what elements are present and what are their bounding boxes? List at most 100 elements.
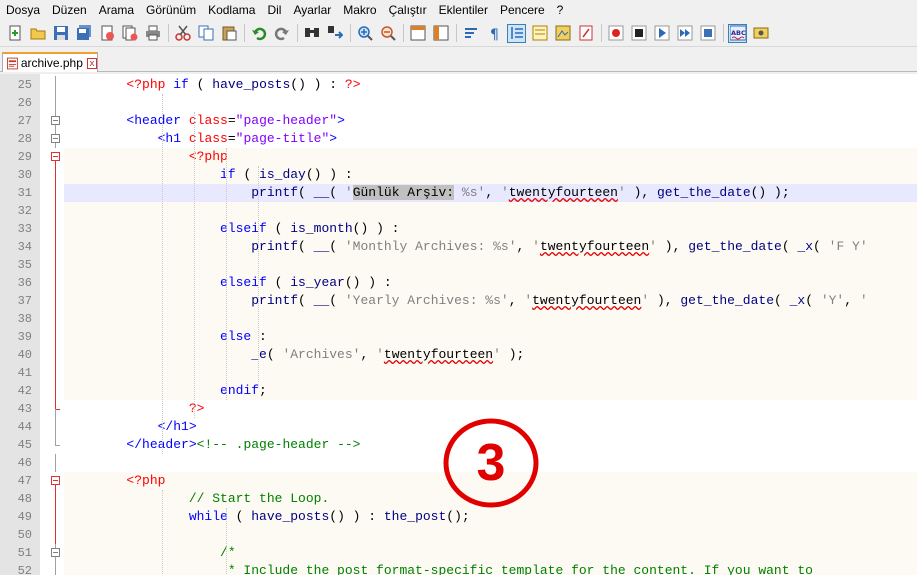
code-text [64, 256, 917, 274]
code-line[interactable]: 34 printf( __( 'Monthly Archives: %s', '… [0, 238, 917, 256]
play-macro-icon[interactable] [653, 25, 670, 42]
fold-toggle-icon[interactable] [51, 476, 60, 485]
code-line[interactable]: 41 [0, 364, 917, 382]
zoom-in-icon[interactable] [356, 25, 373, 42]
save-icon[interactable] [52, 25, 69, 42]
record-macro-icon[interactable] [607, 25, 624, 42]
doc-map-icon[interactable] [554, 25, 571, 42]
fold-toggle-icon[interactable] [51, 152, 60, 161]
fold-line [55, 328, 56, 346]
line-number: 42 [17, 384, 32, 398]
code-token: () ); [750, 185, 790, 200]
toolbar-separator [168, 24, 169, 42]
code-line[interactable]: 44 </h1> [0, 418, 917, 436]
menu-item-5[interactable]: Dil [261, 0, 287, 20]
code-line[interactable]: 31 printf( __( 'Günlük Arşiv: %s', 'twen… [0, 184, 917, 202]
code-token: ' [376, 347, 384, 362]
menu-item-1[interactable]: Düzen [46, 0, 93, 20]
code-line[interactable]: 29 <?php [0, 148, 917, 166]
function-list-icon[interactable] [577, 25, 594, 42]
code-line[interactable]: 37 printf( __( 'Yearly Archives: %s', 't… [0, 292, 917, 310]
code-line[interactable]: 30 if ( is_day() ) : [0, 166, 917, 184]
code-token: while [188, 509, 228, 524]
code-line[interactable]: 46 [0, 454, 917, 472]
menu-item-4[interactable]: Kodlama [202, 0, 261, 20]
fold-line [55, 382, 56, 400]
code-token: ?> [188, 401, 205, 416]
code-line[interactable]: 49 while ( have_posts() ) : the_post(); [0, 508, 917, 526]
line-number: 47 [17, 474, 32, 488]
new-file-icon[interactable] [6, 25, 23, 42]
stop-macro-icon[interactable] [630, 25, 647, 42]
code-line[interactable]: 28 <h1 class="page-title"> [0, 130, 917, 148]
code-line[interactable]: 32 [0, 202, 917, 220]
code-token: ( [781, 239, 798, 254]
copy-icon[interactable] [197, 25, 214, 42]
spell-check-icon[interactable]: ABC [728, 23, 747, 43]
redo-icon[interactable] [273, 25, 290, 42]
code-line[interactable]: 33 elseif ( is_month() ) : [0, 220, 917, 238]
print-icon[interactable] [144, 25, 161, 42]
code-line[interactable]: 42 endif; [0, 382, 917, 400]
cut-icon[interactable] [174, 25, 191, 42]
tab-close-icon[interactable]: x [86, 57, 97, 69]
menu-item-7[interactable]: Makro [337, 0, 382, 20]
fold-toggle-icon[interactable] [51, 134, 60, 143]
fold-line [55, 310, 56, 328]
code-line[interactable]: 47 <?php [0, 472, 917, 490]
menu-item-9[interactable]: Eklentiler [433, 0, 494, 20]
udl-icon[interactable] [531, 25, 548, 42]
code-line[interactable]: 40 _e( 'Archives', 'twentyfourteen' ); [0, 346, 917, 364]
code-text: </h1> [64, 418, 917, 436]
close-icon[interactable] [98, 25, 115, 42]
menu-item-10[interactable]: Pencere [494, 0, 551, 20]
indent-guide-icon[interactable] [507, 23, 526, 43]
open-file-icon[interactable] [29, 25, 46, 42]
code-line[interactable]: 35 [0, 256, 917, 274]
fold-toggle-icon[interactable] [51, 116, 60, 125]
close-all-icon[interactable] [121, 25, 138, 42]
code-token: , [844, 293, 860, 308]
sync-v-icon[interactable] [409, 25, 426, 42]
sync-h-icon[interactable] [432, 25, 449, 42]
save-all-icon[interactable] [75, 25, 92, 42]
paste-icon[interactable] [220, 25, 237, 42]
code-line[interactable]: 48 // Start the Loop. [0, 490, 917, 508]
menu-item-8[interactable]: Çalıştır [383, 0, 433, 20]
zoom-out-icon[interactable] [379, 25, 396, 42]
tab-archive-php[interactable]: archive.php x [2, 52, 98, 72]
code-line[interactable]: 39 else : [0, 328, 917, 346]
menu-item-2[interactable]: Arama [93, 0, 140, 20]
code-line[interactable]: 27 <header class="page-header"> [0, 112, 917, 130]
code-line[interactable]: 26 [0, 94, 917, 112]
undo-icon[interactable] [250, 25, 267, 42]
code-line[interactable]: 25 <?php if ( have_posts() ) : ?> [0, 76, 917, 94]
menu-item-3[interactable]: Görünüm [140, 0, 202, 20]
code-token: is_year [290, 275, 345, 290]
menu-item-0[interactable]: Dosya [0, 0, 46, 20]
run-macro-multiple-icon[interactable] [676, 25, 693, 42]
code-token: () ) : [329, 509, 384, 524]
menu-item-6[interactable]: Ayarlar [287, 0, 337, 20]
spell-options-icon[interactable] [752, 25, 769, 42]
code-line[interactable]: 38 [0, 310, 917, 328]
code-line[interactable]: 45 </header><!-- .page-header --> [0, 436, 917, 454]
code-line[interactable]: 51 /* [0, 544, 917, 562]
show-all-chars-icon[interactable]: ¶ [485, 25, 502, 42]
code-editor[interactable]: 25 <?php if ( have_posts() ) : ?> 26 27 <h… [0, 74, 917, 575]
replace-icon[interactable] [326, 25, 343, 42]
word-wrap-icon[interactable] [462, 25, 479, 42]
code-line[interactable]: 36 elseif ( is_year() ) : [0, 274, 917, 292]
find-icon[interactable] [303, 25, 320, 42]
code-token: "page-title" [235, 131, 330, 146]
save-macro-icon[interactable] [699, 25, 716, 42]
fold-toggle-icon[interactable] [51, 548, 60, 557]
code-line[interactable]: 52 * Include the post format-specific te… [0, 562, 917, 575]
code-line[interactable]: 43 ?> [0, 400, 917, 418]
code-line[interactable]: 50 [0, 526, 917, 544]
menu-item-11[interactable]: ? [551, 0, 570, 20]
